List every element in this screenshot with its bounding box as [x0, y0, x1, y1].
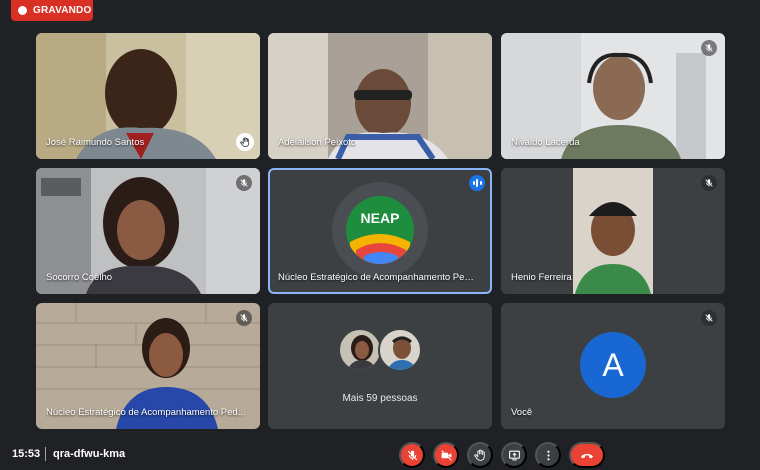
- mic-toggle-button[interactable]: [399, 442, 425, 468]
- mic-off-icon: [236, 310, 252, 326]
- participant-thumbnail: [338, 328, 382, 372]
- participant-name: Adelailson Peixoto: [278, 137, 357, 148]
- participant-tile-neap-2[interactable]: Núcleo Estratégico de Acompanhamento Ped…: [36, 303, 260, 429]
- raise-hand-button[interactable]: [467, 442, 493, 468]
- neap-logo-text: NEAP: [360, 210, 400, 226]
- bottom-toolbar: 15:53 qra-dfwu-kma: [0, 437, 760, 470]
- participant-tile-socorro[interactable]: Socorro Coêlho: [36, 168, 260, 294]
- mic-off-icon: [236, 175, 252, 191]
- raised-hand-icon: [473, 449, 485, 461]
- others-tile[interactable]: Mais 59 pessoas: [268, 303, 492, 429]
- present-screen-icon: [508, 450, 520, 460]
- participant-tile-jose[interactable]: José Raimundo Santos: [36, 33, 260, 159]
- self-tile[interactable]: A Você: [501, 303, 725, 429]
- mic-off-icon: [407, 450, 417, 460]
- recording-dot-icon: [18, 6, 27, 15]
- participant-name: Henio Ferreira: [511, 272, 572, 283]
- meeting-clock: 15:53: [12, 448, 41, 460]
- mic-off-icon: [701, 175, 717, 191]
- self-avatar: A: [580, 332, 646, 398]
- self-name: Você: [511, 407, 533, 418]
- present-screen-button[interactable]: [501, 442, 527, 468]
- end-call-button[interactable]: [569, 442, 605, 468]
- participant-tile-neap[interactable]: NEAP Núcleo Estratégico de Acompanhament…: [268, 168, 492, 294]
- participant-name: José Raimundo Santos: [46, 137, 145, 148]
- recording-badge: GRAVANDO: [11, 0, 93, 21]
- divider: [45, 447, 46, 461]
- neap-logo: NEAP: [346, 196, 414, 264]
- neap-logo-container: NEAP: [332, 182, 428, 278]
- camera-toggle-button[interactable]: [433, 442, 459, 468]
- participant-name: Núcleo Estratégico de Acompanhamento Ped…: [46, 407, 246, 418]
- participant-tile-adelailson[interactable]: Adelailson Peixoto: [268, 33, 492, 159]
- raised-hand-icon: [236, 133, 254, 151]
- participant-name: Socorro Coêlho: [46, 272, 113, 283]
- meeting-code: qra-dfwu-kma: [53, 448, 126, 460]
- participant-thumbnail: [378, 328, 422, 372]
- more-vert-icon: [546, 450, 550, 460]
- participant-name: Núcleo Estratégico de Acompanhamento Ped…: [278, 272, 478, 283]
- camera-off-icon: [440, 449, 452, 461]
- participant-tile-henio[interactable]: Henio Ferreira: [501, 168, 725, 294]
- speaking-indicator-icon: [469, 175, 485, 191]
- more-options-button[interactable]: [535, 442, 561, 468]
- participant-tile-nivaldo[interactable]: Nivaldo Lacerda: [501, 33, 725, 159]
- end-call-icon: [581, 453, 593, 459]
- recording-label: GRAVANDO: [33, 5, 92, 16]
- more-participants-label: Mais 59 pessoas: [342, 393, 418, 404]
- participant-name: Nivaldo Lacerda: [511, 137, 580, 148]
- mic-off-icon: [701, 40, 717, 56]
- mic-off-icon: [701, 310, 717, 326]
